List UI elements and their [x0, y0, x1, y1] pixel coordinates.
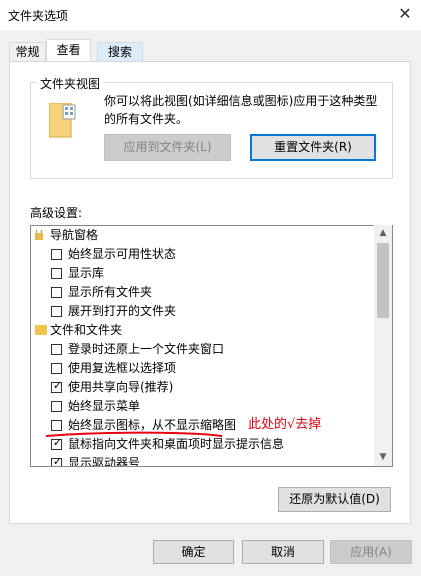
close-icon[interactable]: ✕: [398, 4, 412, 24]
checkbox[interactable]: [51, 363, 62, 374]
checkbox[interactable]: [51, 344, 62, 355]
folder-view-icon: [49, 103, 76, 138]
scrollbar-thumb[interactable]: [377, 243, 389, 318]
checkbox-checked[interactable]: ✓: [51, 436, 62, 450]
checkbox-checked[interactable]: ✓: [51, 379, 62, 393]
scroll-down-icon[interactable]: ▼: [374, 452, 392, 462]
checkbox-checked[interactable]: ✓: [51, 455, 62, 466]
checkbox[interactable]: [51, 268, 62, 279]
annotation-text: 此处的√去掉: [248, 417, 322, 432]
folder-view-description: 你可以将此视图(如详细信息或图标)应用于这种类型的所有文件夹。: [104, 94, 378, 126]
folder-view-label: 文件夹视图: [37, 75, 104, 92]
ok-button[interactable]: 确定: [153, 540, 234, 564]
restore-defaults-button[interactable]: 还原为默认值(D): [278, 487, 391, 512]
checkbox[interactable]: [51, 249, 62, 260]
tab-general[interactable]: 常规: [9, 42, 46, 61]
scroll-up-icon[interactable]: ▲: [374, 228, 392, 238]
apply-to-folders-button[interactable]: 应用到文件夹(L): [104, 134, 231, 161]
checkbox[interactable]: [51, 401, 62, 412]
tab-search[interactable]: 搜索: [97, 42, 143, 61]
cancel-button[interactable]: 取消: [242, 540, 324, 564]
folder-icon: [35, 230, 43, 240]
checkbox[interactable]: [51, 287, 62, 298]
folder-icon: [35, 325, 47, 335]
apply-button[interactable]: 应用(A): [330, 540, 412, 564]
reset-folders-button[interactable]: 重置文件夹(R): [250, 134, 376, 161]
window-title: 文件夹选项: [8, 9, 69, 23]
tab-view[interactable]: 查看: [46, 39, 91, 62]
red-underline-annotation: [45, 431, 223, 437]
checkbox[interactable]: [51, 306, 62, 317]
advanced-settings-label: 高级设置:: [30, 206, 83, 220]
